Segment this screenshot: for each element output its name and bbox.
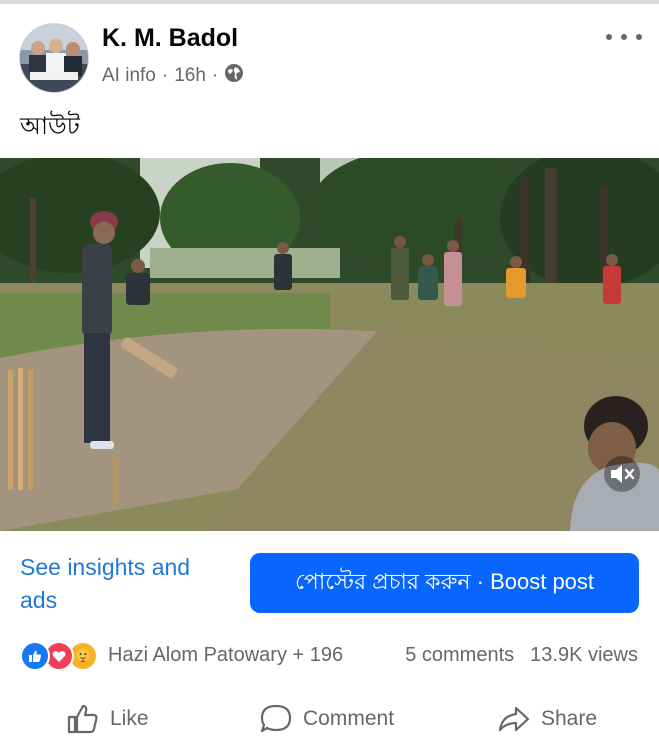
like-button[interactable]: Like bbox=[66, 696, 149, 742]
boost-post-button[interactable]: পোস্টের প্রচার করুন · Boost post bbox=[250, 553, 639, 613]
globe-icon[interactable] bbox=[224, 63, 244, 89]
top-divider bbox=[0, 0, 659, 4]
comment-label: Comment bbox=[303, 707, 395, 730]
meta-separator: · bbox=[161, 65, 169, 86]
meta-separator: · bbox=[211, 65, 219, 86]
like-label: Like bbox=[110, 707, 149, 730]
post-time[interactable]: 16h bbox=[174, 65, 206, 87]
comment-button[interactable]: Comment bbox=[259, 696, 394, 742]
share-button[interactable]: Share bbox=[497, 696, 597, 742]
author-name[interactable]: K. M. Badol bbox=[102, 24, 238, 53]
speaker-muted-icon bbox=[604, 456, 640, 492]
share-label: Share bbox=[541, 707, 598, 730]
see-insights-link[interactable]: See insights and ads bbox=[20, 551, 230, 617]
mute-button[interactable] bbox=[604, 456, 640, 492]
video-frame bbox=[0, 158, 659, 531]
views-count[interactable]: 13.9K views bbox=[530, 644, 638, 667]
reactors-summary[interactable]: Hazi Alom Patowary + 196 bbox=[108, 644, 343, 667]
post-actions: Like Comment Share bbox=[0, 696, 659, 742]
reaction-icons[interactable] bbox=[20, 640, 98, 672]
avatar[interactable] bbox=[20, 24, 88, 92]
avatar-image bbox=[20, 24, 88, 92]
post-caption: আউট bbox=[20, 113, 80, 140]
share-arrow-icon bbox=[498, 706, 530, 732]
engagement-counts: 5 comments 13.9K views bbox=[405, 644, 638, 667]
comment-bubble-icon bbox=[260, 704, 292, 733]
post-video[interactable] bbox=[0, 158, 659, 531]
thumbs-up-icon bbox=[67, 704, 98, 734]
like-reaction-icon bbox=[20, 641, 50, 671]
ai-info-link[interactable]: AI info bbox=[102, 65, 156, 87]
more-options-icon[interactable] bbox=[606, 26, 642, 48]
comments-count[interactable]: 5 comments bbox=[405, 644, 514, 667]
post-meta: AI info · 16h · bbox=[102, 63, 244, 89]
